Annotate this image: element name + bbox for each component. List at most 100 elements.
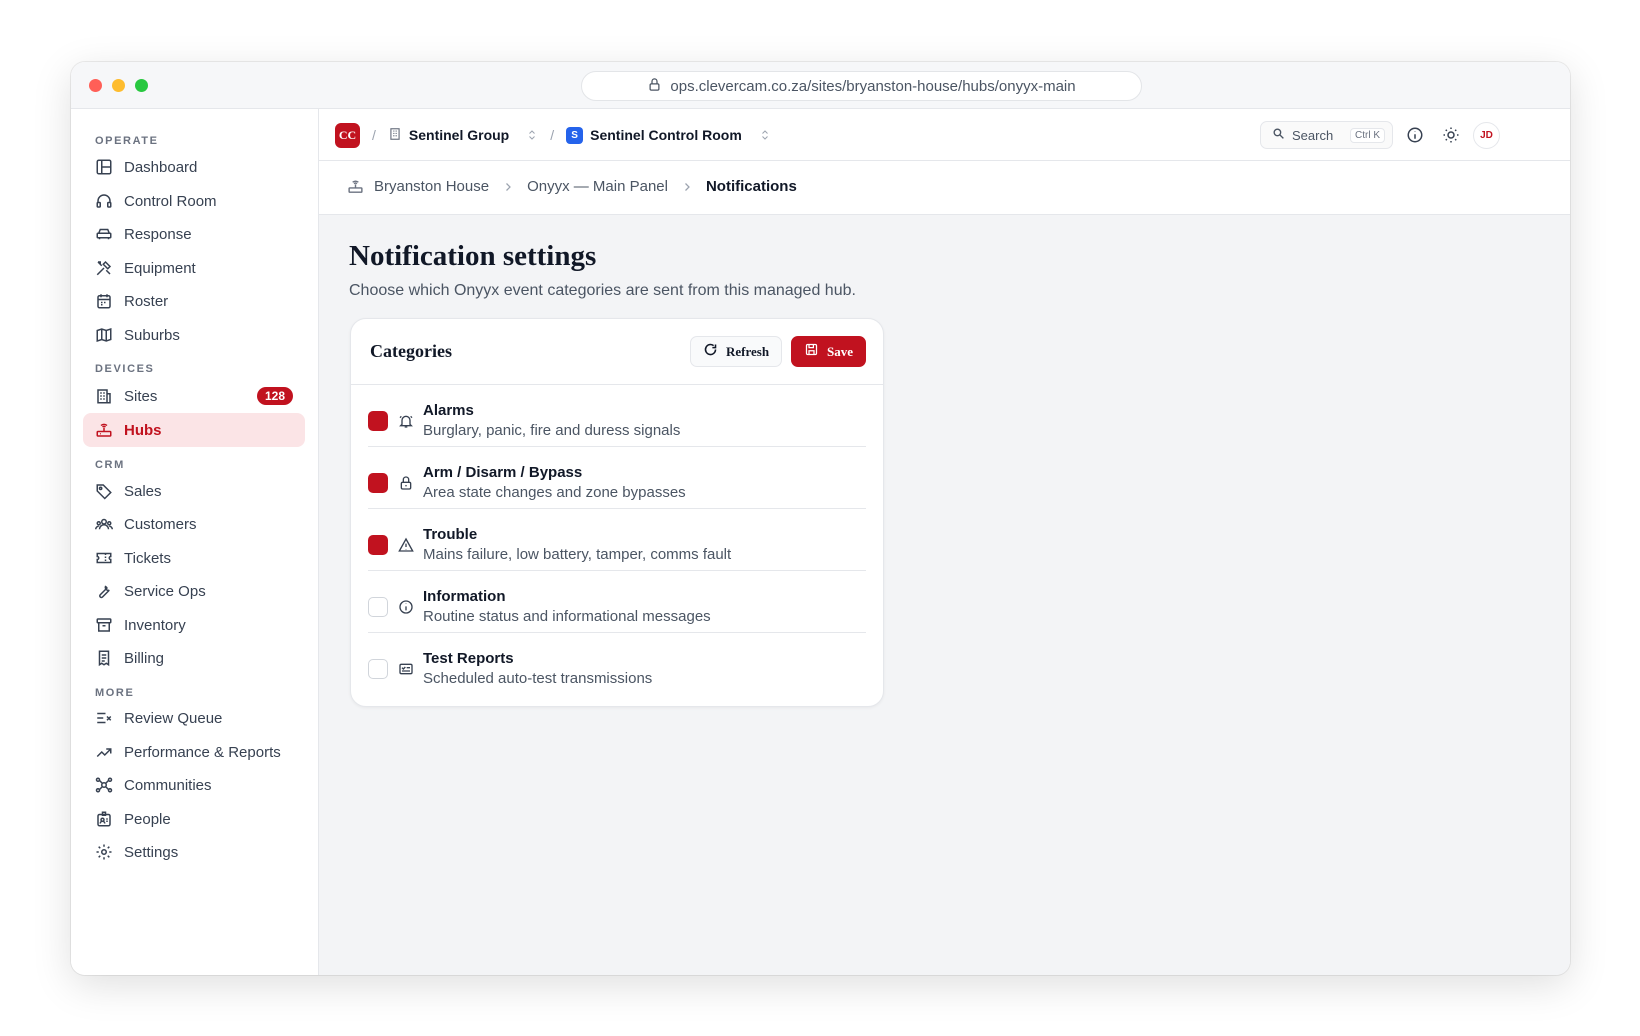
search-button[interactable]: Search Ctrl K <box>1260 121 1393 149</box>
avatar[interactable]: JD <box>1473 122 1500 149</box>
url-text: ops.clevercam.co.za/sites/bryanston-hous… <box>670 77 1076 95</box>
org-switcher: CC / Sentinel Group / S Sentinel Control… <box>335 122 771 148</box>
bell-icon <box>398 413 414 429</box>
sidebar-item-communities[interactable]: Communities <box>83 768 305 802</box>
lock-icon <box>398 475 414 491</box>
clevercam-logo[interactable]: CC <box>335 122 360 148</box>
car-icon <box>95 225 113 243</box>
maximize-window-button[interactable] <box>135 79 148 92</box>
sidebar-item-dashboard[interactable]: Dashboard <box>83 150 305 184</box>
chevron-updown-icon <box>759 129 771 141</box>
address-bar[interactable]: ops.clevercam.co.za/sites/bryanston-hous… <box>581 71 1142 101</box>
sidebar-item-label: People <box>124 810 171 828</box>
refresh-label: Refresh <box>726 343 770 359</box>
search-icon <box>1272 127 1285 143</box>
sidebar-item-inventory[interactable]: Inventory <box>83 608 305 642</box>
sidebar-item-label: Performance & Reports <box>124 743 281 761</box>
breadcrumb-site[interactable]: Bryanston House <box>374 178 489 195</box>
calendar-icon <box>95 292 113 310</box>
browser-titlebar: ops.clevercam.co.za/sites/bryanston-hous… <box>71 62 1570 109</box>
close-window-button[interactable] <box>89 79 102 92</box>
card-title: Categories <box>370 341 452 361</box>
sidebar-item-review-queue[interactable]: Review Queue <box>83 701 305 735</box>
information-checkbox[interactable] <box>368 597 388 617</box>
main-content: CC / Sentinel Group / S Sentinel Control… <box>319 109 1570 975</box>
archive-icon <box>95 616 113 634</box>
separator: / <box>550 127 555 143</box>
category-row-information: Information Routine status and informati… <box>368 571 866 633</box>
sidebar-item-control-room[interactable]: Control Room <box>83 184 305 218</box>
gear-icon <box>95 843 113 861</box>
sidebar-item-settings[interactable]: Settings <box>83 835 305 869</box>
sidebar-item-sales[interactable]: Sales <box>83 474 305 508</box>
org-selector[interactable]: Sentinel Group <box>388 127 538 144</box>
sidebar-item-label: Tickets <box>124 549 171 567</box>
sidebar-item-service-ops[interactable]: Service Ops <box>83 574 305 608</box>
info-icon <box>398 599 414 615</box>
test-reports-checkbox[interactable] <box>368 659 388 679</box>
tag-icon <box>95 482 113 500</box>
refresh-button[interactable]: Refresh <box>690 336 783 367</box>
sidebar-item-tickets[interactable]: Tickets <box>83 541 305 575</box>
building-icon <box>95 387 113 405</box>
ticket-icon <box>95 549 113 567</box>
search-shortcut: Ctrl K <box>1350 127 1385 143</box>
separator: / <box>372 127 376 143</box>
page-subtitle: Choose which Onyyx event categories are … <box>349 282 856 299</box>
section-label-crm: CRM <box>95 459 125 471</box>
workspace-selector[interactable]: S Sentinel Control Room <box>566 126 771 144</box>
chevron-updown-icon <box>526 129 538 141</box>
info-icon[interactable] <box>1405 125 1425 145</box>
category-row-test-reports: Test Reports Scheduled auto-test transmi… <box>368 633 866 695</box>
sidebar-item-performance-reports[interactable]: Performance & Reports <box>83 735 305 769</box>
network-icon <box>95 776 113 794</box>
chevron-right-icon <box>502 181 514 193</box>
browser-window: ops.clevercam.co.za/sites/bryanston-hous… <box>71 62 1570 975</box>
alarms-checkbox[interactable] <box>368 411 388 431</box>
sites-count-badge: 128 <box>256 387 293 405</box>
sidebar-item-label: Inventory <box>124 616 186 634</box>
card-header: Categories Refresh Save <box>351 319 883 385</box>
sidebar-item-people[interactable]: People <box>83 802 305 836</box>
trend-icon <box>95 743 113 761</box>
category-title: Arm / Disarm / Bypass <box>423 464 583 481</box>
sun-icon[interactable] <box>1441 125 1461 145</box>
sidebar-item-hubs[interactable]: Hubs <box>83 413 305 447</box>
router-icon <box>348 180 363 193</box>
category-description: Scheduled auto-test transmissions <box>423 670 653 687</box>
sidebar-item-label: Communities <box>124 776 212 794</box>
layout-icon <box>95 158 113 176</box>
sidebar-item-billing[interactable]: Billing <box>83 641 305 675</box>
trouble-checkbox[interactable] <box>368 535 388 555</box>
sidebar-item-customers[interactable]: Customers <box>83 507 305 541</box>
sidebar-item-label: Hubs <box>124 421 162 439</box>
save-icon <box>804 342 819 361</box>
breadcrumb-current: Notifications <box>705 178 797 195</box>
minimize-window-button[interactable] <box>112 79 125 92</box>
save-button[interactable]: Save <box>791 336 866 367</box>
category-row-arm-disarm-bypass: Arm / Disarm / Bypass Area state changes… <box>368 447 866 509</box>
sidebar-item-roster[interactable]: Roster <box>83 284 305 318</box>
sidebar-item-equipment[interactable]: Equipment <box>83 251 305 285</box>
sidebar-item-sites[interactable]: Sites 128 <box>83 379 305 413</box>
search-label: Search <box>1292 127 1334 143</box>
id-badge-icon <box>95 810 113 828</box>
category-row-alarms: Alarms Burglary, panic, fire and duress … <box>368 385 866 447</box>
sidebar-item-suburbs[interactable]: Suburbs <box>83 318 305 352</box>
category-title: Trouble <box>423 526 478 543</box>
category-description: Routine status and informational message… <box>423 608 711 625</box>
wrench-icon <box>95 582 113 600</box>
category-row-trouble: Trouble Mains failure, low battery, tamp… <box>368 509 866 571</box>
refresh-icon <box>703 342 718 361</box>
chevron-right-icon <box>681 181 693 193</box>
page-title: Notification settings <box>349 240 597 272</box>
categories-card: Categories Refresh Save Alarms Burglary,… <box>350 318 884 707</box>
category-title: Information <box>423 588 506 605</box>
sidebar-item-response[interactable]: Response <box>83 217 305 251</box>
breadcrumb-hub[interactable]: Onyyx — Main Panel <box>527 178 668 195</box>
receipt-icon <box>95 649 113 667</box>
lock-icon <box>647 77 662 96</box>
section-label-devices: DEVICES <box>95 363 155 375</box>
warning-icon <box>398 537 414 553</box>
arm-disarm-checkbox[interactable] <box>368 473 388 493</box>
